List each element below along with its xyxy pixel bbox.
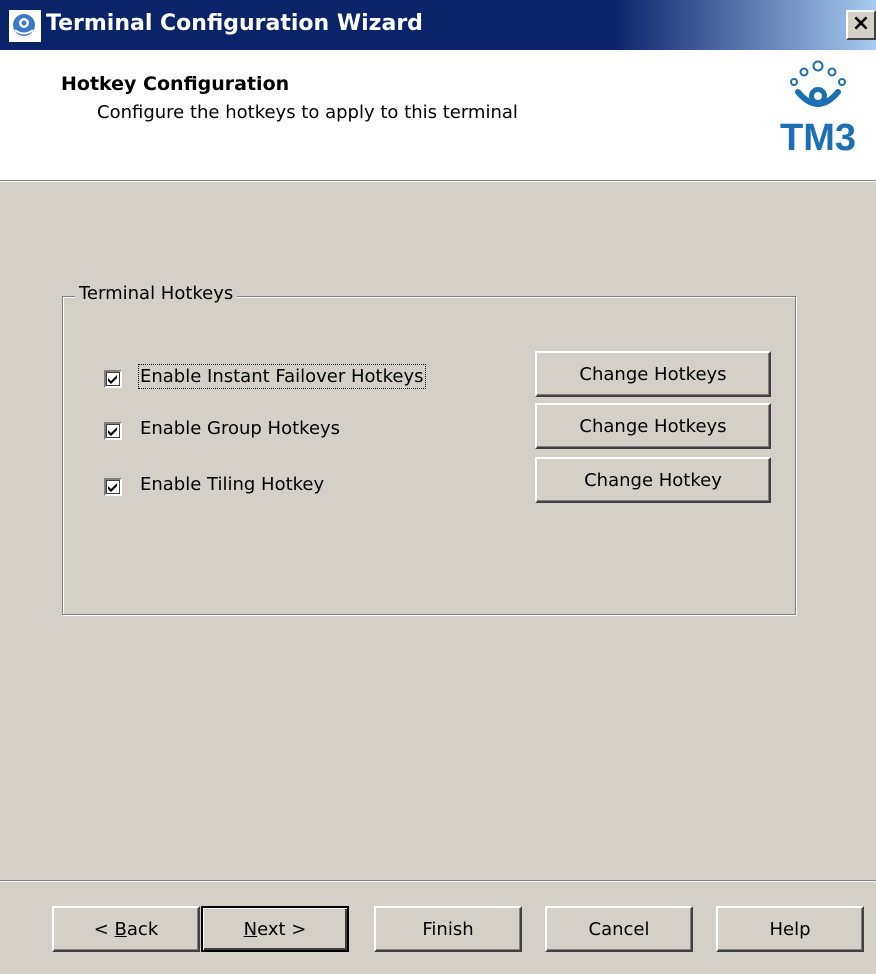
instant-failover-checkbox[interactable] bbox=[104, 370, 122, 388]
next-suffix: ext > bbox=[257, 918, 307, 940]
next-accelerator: N bbox=[243, 918, 258, 940]
tiling-hotkey-option[interactable]: Enable Tiling Hotkey bbox=[104, 474, 524, 506]
check-icon bbox=[108, 427, 117, 436]
instant-failover-option[interactable]: Enable Instant Failover Hotkeys bbox=[104, 364, 524, 398]
back-accelerator: B bbox=[114, 918, 127, 940]
page-subtitle: Configure the hotkeys to apply to this t… bbox=[97, 102, 518, 123]
change-instant-failover-hotkeys-button[interactable]: Change Hotkeys bbox=[535, 351, 771, 397]
group-hotkeys-option[interactable]: Enable Group Hotkeys bbox=[104, 418, 524, 450]
next-button[interactable]: Next > bbox=[201, 906, 349, 952]
check-icon bbox=[108, 375, 117, 384]
back-suffix: ack bbox=[126, 918, 159, 940]
terminal-hotkeys-group: Terminal Hotkeys bbox=[62, 283, 796, 615]
header-divider bbox=[0, 180, 876, 182]
app-icon bbox=[8, 9, 42, 43]
window-title: Terminal Configuration Wizard bbox=[46, 11, 423, 36]
logo-text: TM3 bbox=[780, 117, 856, 154]
tm3-logo: TM3 bbox=[780, 58, 872, 159]
title-bar: Terminal Configuration Wizard × bbox=[0, 0, 876, 50]
wizard-window: Terminal Configuration Wizard × Hotkey C… bbox=[0, 0, 876, 974]
group-hotkeys-checkbox[interactable] bbox=[104, 422, 122, 440]
back-button[interactable]: < Back bbox=[52, 906, 200, 952]
check-icon bbox=[108, 483, 117, 492]
footer-divider bbox=[0, 880, 876, 882]
cancel-button[interactable]: Cancel bbox=[545, 906, 693, 952]
close-button[interactable]: × bbox=[846, 10, 876, 40]
change-group-hotkeys-button[interactable]: Change Hotkeys bbox=[535, 403, 771, 449]
tiling-hotkey-label: Enable Tiling Hotkey bbox=[140, 474, 325, 495]
back-prefix: < bbox=[93, 918, 115, 940]
change-tiling-hotkey-button[interactable]: Change Hotkey bbox=[535, 457, 771, 503]
group-hotkeys-label: Enable Group Hotkeys bbox=[140, 418, 341, 439]
tiling-hotkey-checkbox[interactable] bbox=[104, 478, 122, 496]
group-legend: Terminal Hotkeys bbox=[75, 283, 238, 304]
instant-failover-label: Enable Instant Failover Hotkeys bbox=[138, 364, 426, 389]
finish-button[interactable]: Finish bbox=[374, 906, 522, 952]
help-button[interactable]: Help bbox=[716, 906, 864, 952]
page-title: Hotkey Configuration bbox=[61, 73, 290, 95]
wizard-header: Hotkey Configuration Configure the hotke… bbox=[0, 50, 876, 180]
